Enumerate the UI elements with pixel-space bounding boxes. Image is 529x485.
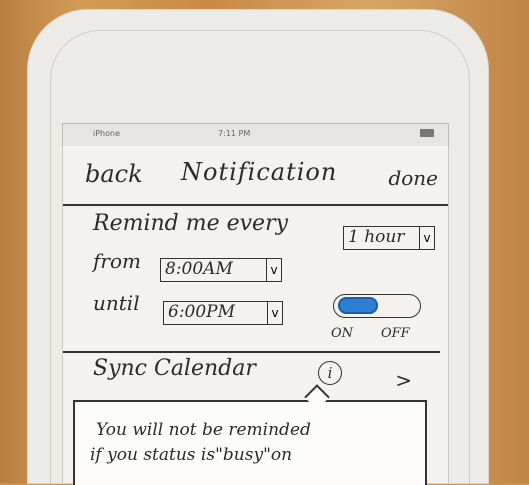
info-tooltip [73, 400, 427, 485]
sync-calendar-row[interactable]: Sync Calendar [93, 356, 256, 381]
info-icon[interactable]: i [318, 361, 342, 385]
from-time-dropdown[interactable]: 8:00AM v [160, 258, 282, 282]
until-label: until [93, 291, 140, 315]
toggle-off-label: OFF [381, 326, 410, 341]
interval-value: 1 hour [348, 227, 405, 247]
status-bar: iPhone 7:11 PM [62, 123, 449, 147]
carrier-label: iPhone [93, 129, 121, 138]
navbar-divider [63, 204, 448, 206]
tooltip-line-1: You will not be reminded [96, 420, 311, 440]
toggle-on-label: ON [331, 326, 354, 341]
back-button[interactable]: back [85, 160, 143, 188]
page-title: Notification [181, 158, 338, 186]
from-label: from [93, 249, 141, 273]
chevron-down-icon: v [419, 227, 434, 249]
section-divider [63, 351, 440, 353]
until-time-value: 6:00PM [168, 302, 236, 322]
clock-time: 7:11 PM [218, 129, 251, 138]
from-time-value: 8:00AM [165, 259, 233, 279]
done-button[interactable]: done [388, 166, 438, 190]
chevron-down-icon: v [267, 302, 282, 324]
until-time-dropdown[interactable]: 6:00PM v [163, 301, 283, 325]
reminder-toggle[interactable] [333, 294, 421, 318]
chevron-right-icon[interactable]: > [395, 368, 412, 392]
battery-icon [420, 129, 434, 137]
tooltip-line-2: if you status is"busy"on [90, 445, 293, 465]
interval-dropdown[interactable]: 1 hour v [343, 226, 435, 250]
toggle-knob [338, 297, 378, 314]
remind-label: Remind me every [93, 211, 289, 236]
chevron-down-icon: v [266, 259, 281, 281]
